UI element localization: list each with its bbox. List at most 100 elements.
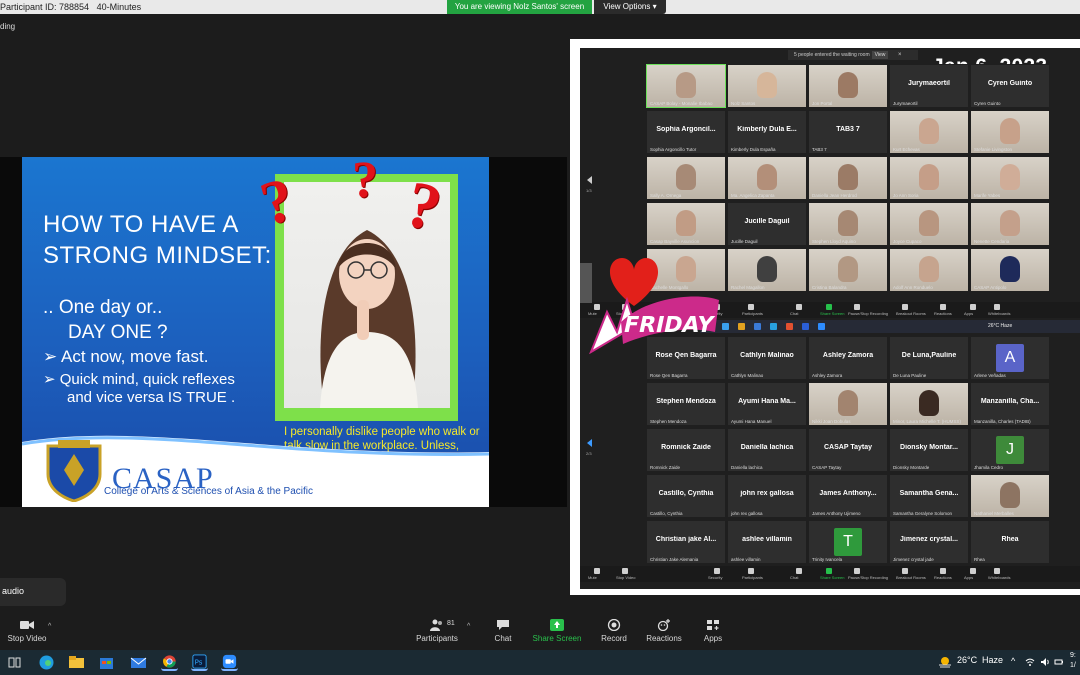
toolbar-icon[interactable] — [622, 568, 628, 574]
prev-page-icon[interactable] — [587, 439, 592, 447]
participant-tile[interactable]: Dionsky Montar... Dionsky Montarde — [889, 428, 969, 472]
participant-tile[interactable]: TAB3 7 TAB3 7 — [808, 110, 888, 154]
toolbar-icon[interactable] — [902, 568, 908, 574]
participant-tile[interactable]: Ma. Angelica Zapanta — [727, 156, 807, 200]
participant-tile[interactable]: Cristina Balandra — [808, 248, 888, 292]
participant-tile[interactable]: Daniella Jean Herdrod — [808, 156, 888, 200]
participant-tile[interactable]: CASAP Taytay CASAP Taytay — [808, 428, 888, 472]
photoshop-icon[interactable]: Ps — [191, 654, 208, 671]
participant-tile[interactable]: Cathlyn Malinao Cathlyn Malinao — [727, 336, 807, 380]
mini-toolbar-label[interactable]: Share Screen — [820, 311, 844, 316]
record-button[interactable]: Record — [596, 612, 632, 650]
view-options-button[interactable]: View Options ▾ — [594, 0, 666, 14]
store-icon[interactable] — [98, 654, 115, 671]
participant-tile[interactable]: john rex gallosa john rex gallosa — [727, 474, 807, 518]
toolbar-icon[interactable] — [902, 304, 908, 310]
participant-tile[interactable]: Daniella lachica Daniella lachica — [727, 428, 807, 472]
participant-tile[interactable]: Ashley Zamora Ashley Zamora — [808, 336, 888, 380]
participant-tile[interactable]: Nenette Cendaria — [970, 202, 1050, 246]
mini-toolbar-label[interactable]: Pause/Stop Recording — [848, 575, 888, 580]
chevron-up-icon[interactable]: ^ — [48, 623, 51, 630]
toolbar-icon[interactable] — [940, 304, 946, 310]
toolbar-icon[interactable] — [594, 568, 600, 574]
edge-browser-icon[interactable] — [38, 654, 55, 671]
participant-tile[interactable]: Castillo, Cynthia Castillo, Cynthia — [646, 474, 726, 518]
participant-tile[interactable]: Christian jake Al... Christian Jake Alema… — [646, 520, 726, 564]
clock-time[interactable]: 9: — [1070, 652, 1076, 659]
participant-tile[interactable]: Romnick Zaide Romnick Zaide — [646, 428, 726, 472]
participant-tile[interactable]: Jurymaeortil Jurymaeortil — [889, 64, 969, 108]
file-explorer-icon[interactable] — [68, 654, 85, 671]
zoom-app-icon[interactable] — [221, 654, 238, 671]
toolbar-icon[interactable] — [994, 568, 1000, 574]
close-icon[interactable]: × — [898, 50, 902, 60]
participant-tile[interactable]: Nathaniel Merballes — [970, 474, 1050, 518]
participant-tile[interactable]: Jon Portal — [808, 64, 888, 108]
participant-tile[interactable]: Nolz Santos — [727, 64, 807, 108]
toolbar-icon[interactable] — [796, 304, 802, 310]
participant-tile[interactable]: Sally A. Ornega — [646, 156, 726, 200]
participant-tile[interactable]: Ayumi Hana Ma... Ayumi Hana Manuel — [727, 382, 807, 426]
mini-toolbar-label[interactable]: Reactions — [934, 311, 952, 316]
toolbar-icon[interactable] — [796, 568, 802, 574]
task-view-icon[interactable] — [6, 654, 23, 671]
participant-tile[interactable]: Stephen Mendoza Stephen Mendoza — [646, 382, 726, 426]
participant-tile[interactable]: Jucille Daguil Jucille Daguil — [727, 202, 807, 246]
participant-tile[interactable]: T Trinity Ivancela — [808, 520, 888, 564]
participant-tile[interactable]: Casap Bayville Asuncion — [646, 202, 726, 246]
participants-button[interactable]: Participants — [414, 612, 460, 650]
mini-toolbar-label[interactable]: Pause/Stop Recording — [848, 311, 888, 316]
participant-tile[interactable]: Samantha Gena... Samantha Geralyne Solomo… — [889, 474, 969, 518]
participant-tile[interactable]: De Luna,Pauline De Luna Pauline — [889, 336, 969, 380]
mini-toolbar-label[interactable]: Mute — [588, 575, 597, 580]
clock-date[interactable]: 1/ — [1070, 662, 1076, 669]
toolbar-icon[interactable] — [940, 568, 946, 574]
participant-tile[interactable]: Minor, Laura Michelle T. (HUMSS) — [889, 382, 969, 426]
participant-tile[interactable]: Nikki Joan Dobulas — [808, 382, 888, 426]
participant-tile[interactable]: Jimenez crystal... Jimenez crystal jade — [889, 520, 969, 564]
share-screen-button[interactable]: Share Screen — [532, 612, 582, 650]
mail-icon[interactable] — [130, 654, 147, 671]
participant-tile[interactable]: A Arlene Veñadas — [970, 336, 1050, 380]
wifi-icon[interactable] — [1025, 657, 1035, 667]
participant-tile[interactable]: Marife Yabes — [970, 156, 1050, 200]
mini-toolbar-label[interactable]: Breakout Rooms — [896, 575, 926, 580]
participant-tile[interactable]: Adolf Ann Ronduelo — [889, 248, 969, 292]
participant-tile[interactable]: Rhea Rhea — [970, 520, 1050, 564]
toolbar-icon[interactable] — [854, 568, 860, 574]
mini-toolbar-label[interactable]: Security — [708, 575, 722, 580]
toolbar-icon[interactable] — [970, 304, 976, 310]
mini-toolbar-label[interactable]: Apps — [964, 311, 973, 316]
mini-toolbar-label[interactable]: Stop Video — [616, 575, 636, 580]
participant-tile[interactable]: Kimberly Dula E... Kimberly Dula España — [727, 110, 807, 154]
participant-tile[interactable]: Stephen Lloyd Aquino — [808, 202, 888, 246]
mini-toolbar-label[interactable]: Reactions — [934, 575, 952, 580]
mini-toolbar-label[interactable]: Share Screen — [820, 575, 844, 580]
participant-tile[interactable]: J Jhamila Cedro — [970, 428, 1050, 472]
participant-tile[interactable]: Rachel Magallon — [727, 248, 807, 292]
toolbar-icon[interactable] — [714, 568, 720, 574]
participant-tile[interactable]: Stefanie Livingston — [970, 110, 1050, 154]
participant-tile[interactable]: Joyce Cupaco — [889, 202, 969, 246]
prev-page-icon[interactable] — [587, 176, 592, 184]
battery-icon[interactable] — [1054, 657, 1064, 667]
chat-button[interactable]: Chat — [486, 612, 520, 650]
toolbar-icon[interactable] — [826, 568, 832, 574]
mini-toolbar-label[interactable]: Whiteboards — [988, 575, 1010, 580]
mini-toolbar-label[interactable]: Participants — [742, 311, 763, 316]
volume-icon[interactable] — [1040, 657, 1050, 667]
chevron-up-icon[interactable]: ^ — [1011, 656, 1015, 666]
participant-tile[interactable]: Cyren Guinto Cyren Guinto — [970, 64, 1050, 108]
audio-notification[interactable]: audio — [0, 578, 66, 606]
apps-button[interactable]: Apps — [698, 612, 728, 650]
mini-toolbar-label[interactable]: Chat — [790, 575, 798, 580]
toolbar-icon[interactable] — [826, 304, 832, 310]
participant-tile[interactable]: CASAP Antipolo — [970, 248, 1050, 292]
participant-tile[interactable]: Manzanilla, Cha... Manzanilla, Charles (T… — [970, 382, 1050, 426]
mini-toolbar-label[interactable]: Participants — [742, 575, 763, 580]
weather-temperature[interactable]: 26°C — [957, 655, 977, 665]
waiting-room-view-button[interactable]: View — [872, 51, 888, 59]
chrome-icon[interactable] — [161, 654, 178, 671]
participant-tile[interactable]: James Anthony... James Anthony Ujimeno — [808, 474, 888, 518]
mini-toolbar-label[interactable]: Breakout Rooms — [896, 311, 926, 316]
